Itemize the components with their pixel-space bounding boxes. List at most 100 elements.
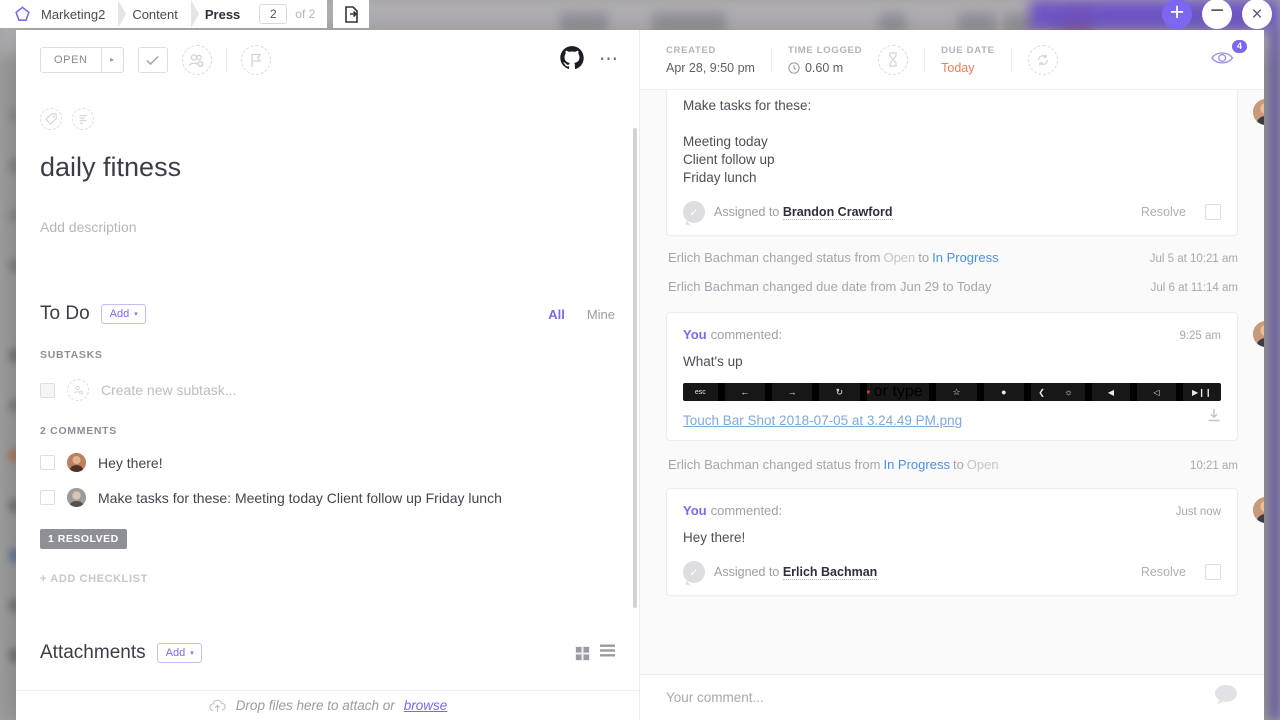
avatar	[1253, 99, 1264, 125]
attachment-dropzone[interactable]: Drop files here to attach or browse	[16, 690, 639, 720]
resolve-checkbox[interactable]	[1205, 564, 1221, 580]
status-to: Open	[966, 457, 999, 472]
comment-header: You commented: Just now	[683, 503, 1221, 518]
hourglass-icon	[889, 52, 897, 67]
page-title[interactable]: daily fitness	[40, 152, 615, 183]
google-icon	[866, 390, 870, 394]
list-item[interactable]: Hey there!	[40, 453, 615, 472]
new-subtask-input[interactable]: Create new subtask...	[101, 382, 236, 398]
breadcrumb-folder[interactable]: Content	[128, 0, 191, 28]
breadcrumb-separator-icon	[190, 0, 199, 28]
recurring-button[interactable]	[1027, 44, 1058, 75]
meta-divider	[924, 46, 926, 73]
status-dropdown[interactable]: OPEN ▸	[40, 47, 124, 73]
breadcrumb-bar: Marketing2 Content Press 2 of 2	[0, 0, 1280, 28]
attachment-file-link[interactable]: Touch Bar Shot 2018-07-05 at 3.24.49 PM.…	[683, 413, 1221, 428]
description-placeholder[interactable]: Add description	[40, 219, 615, 235]
created-value: Apr 28, 9:50 pm	[666, 60, 755, 75]
subtask-checkbox[interactable]	[40, 382, 55, 398]
comment-body: Make tasks for these: Meeting today Clie…	[683, 98, 812, 185]
task-modal: OPEN ▸ ⋯ daily fitness Add description T…	[16, 30, 1264, 720]
task-body: daily fitness Add description To Do Add …	[16, 108, 639, 585]
start-timer-button[interactable]	[878, 44, 909, 75]
more-options-button[interactable]: ⋯	[599, 50, 619, 69]
download-icon[interactable]	[1207, 408, 1221, 427]
window-controls: + − ×	[1162, 0, 1272, 29]
background-purple-edge	[1270, 28, 1280, 720]
comment-body: Hey there!	[683, 530, 746, 545]
assigned-user[interactable]: Brandon Crawford	[782, 205, 893, 220]
activity-feed[interactable]: Make tasks for these: Meeting today Clie…	[640, 90, 1264, 674]
due-date-field[interactable]: DUE DATE Today	[941, 45, 994, 75]
avatar	[1253, 497, 1264, 523]
add-assignee-button[interactable]	[181, 45, 212, 75]
touchbar-reload-key: ↻	[835, 386, 844, 397]
clickup-logo-icon	[15, 5, 30, 21]
attachments-header: Attachments Add ▾	[16, 642, 639, 664]
watchers-button[interactable]: 4	[1210, 40, 1247, 72]
new-subtask-row[interactable]: Create new subtask...	[40, 379, 615, 401]
log-to-word: to	[952, 457, 964, 472]
touchbar-play-key: ▶❙❙	[1192, 387, 1212, 397]
assignment-check-icon: ✓	[683, 201, 705, 223]
assignment-row: ✓ Assigned to Brandon Crawford Resolve	[683, 201, 1221, 223]
subtasks-label: SUBTASKS	[40, 349, 103, 361]
resolve-label: Resolve	[1140, 565, 1186, 579]
close-button[interactable]: ×	[1242, 0, 1272, 29]
list-view-icon[interactable]	[600, 644, 615, 662]
assigned-prefix: Assigned to	[714, 565, 780, 579]
resolve-checkbox[interactable]	[1205, 204, 1221, 220]
comment-input-bar[interactable]: Your comment...	[640, 674, 1264, 720]
add-checklist-button[interactable]: + ADD CHECKLIST	[40, 573, 615, 585]
log-actor: Erlich Bachman	[668, 250, 760, 265]
checklist-checkbox[interactable]	[40, 490, 55, 505]
activity-pane: CREATED Apr 28, 9:50 pm TIME LOGGED 0.60…	[640, 30, 1264, 720]
tag-button[interactable]	[40, 108, 62, 130]
browse-link[interactable]: browse	[404, 698, 448, 713]
clock-icon	[788, 61, 800, 74]
comment-input[interactable]: Your comment...	[666, 690, 764, 705]
priority-flag-button[interactable]	[240, 45, 271, 75]
grid-view-icon[interactable]	[575, 645, 590, 661]
breadcrumb-space[interactable]: Marketing2	[37, 0, 118, 28]
mark-complete-button[interactable]	[137, 47, 168, 73]
log-to-word: to	[918, 250, 930, 265]
log-action: changed due date from Jun 29 to Today	[762, 279, 992, 294]
attachments-title: Attachments	[40, 642, 146, 663]
assigned-user[interactable]: Erlich Bachman	[782, 565, 878, 580]
page-number-input[interactable]: 2	[259, 4, 288, 24]
add-attachment-button[interactable]: Add ▾	[156, 643, 202, 663]
touchbar-forward-key: →	[787, 387, 797, 397]
left-pane-scrollbar[interactable]	[633, 128, 637, 608]
subtask-assignee-icon[interactable]	[67, 379, 89, 401]
list-item[interactable]: Make tasks for these: Meeting today Clie…	[40, 488, 615, 507]
resolved-badge[interactable]: 1 RESOLVED	[40, 529, 127, 549]
add-todo-button[interactable]: Add ▾	[100, 304, 146, 324]
touchbar-esc-key: esc	[694, 388, 706, 396]
github-icon	[560, 45, 584, 69]
tab-mine[interactable]: Mine	[587, 307, 615, 322]
add-attachment-label: Add	[165, 647, 186, 659]
avatar	[1253, 321, 1264, 347]
tab-all[interactable]: All	[548, 307, 565, 322]
time-logged-field[interactable]: TIME LOGGED 0.60 m	[788, 45, 862, 75]
todo-section-header: To Do Add ▾ All Mine	[40, 303, 615, 325]
checklist-checkbox[interactable]	[40, 455, 55, 470]
github-integration-button[interactable]	[559, 45, 585, 76]
task-type-button[interactable]	[72, 108, 94, 130]
assigned-prefix: Assigned to	[714, 205, 780, 219]
export-task-button[interactable]	[333, 0, 370, 28]
checkmark-icon	[146, 55, 159, 65]
breadcrumb-list[interactable]: Press	[201, 0, 253, 28]
comment-header: You commented: 9:25 am	[683, 327, 1221, 342]
status-from: In Progress	[883, 457, 950, 472]
add-button[interactable]: +	[1162, 0, 1192, 29]
priority-flag-icon	[250, 53, 261, 67]
todo-filter-tabs: All Mine	[548, 307, 615, 322]
export-task-icon	[344, 5, 358, 23]
log-actor: Erlich Bachman	[668, 279, 760, 294]
comment-bubble-icon[interactable]	[1214, 684, 1238, 711]
touchbar-attachment-preview[interactable]: esc ← → ↻ Search or type URL ☆	[683, 383, 1221, 401]
minimize-button[interactable]: −	[1202, 0, 1232, 29]
assignment-check-icon: ✓	[683, 561, 705, 583]
